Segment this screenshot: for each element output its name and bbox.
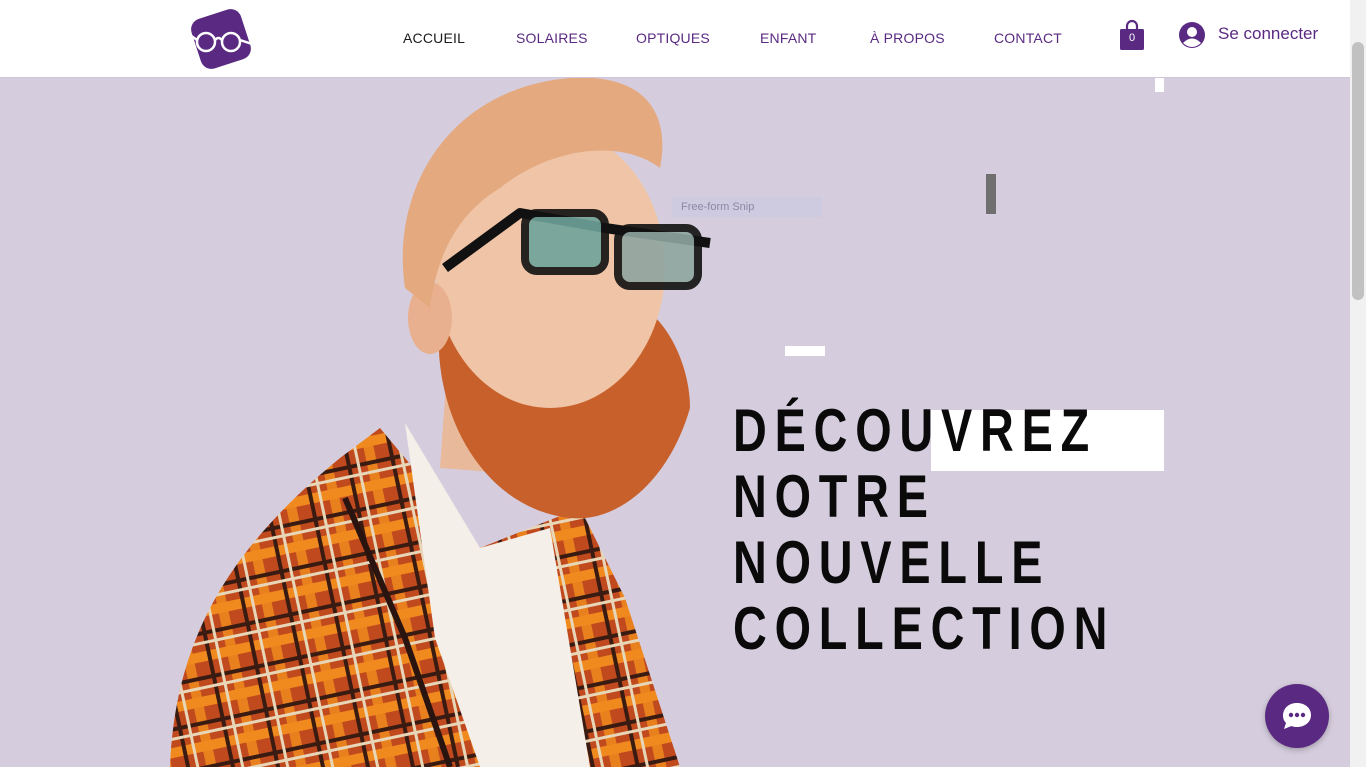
headline-line-1: DÉCOUVREZ (733, 397, 1098, 464)
nav-item-optiques[interactable]: OPTIQUES (636, 30, 710, 46)
hero-model-photo (170, 78, 711, 767)
cart-count: 0 (1128, 32, 1136, 44)
decorative-dash (785, 346, 825, 356)
hero-headline: DÉCOUVREZ NOTRE NOUVELLE COLLECTION (733, 398, 1115, 662)
nav-item-contact[interactable]: CONTACT (994, 30, 1062, 46)
snip-overlay-label: Free-form Snip (672, 197, 822, 217)
nav-item-solaires[interactable]: SOLAIRES (516, 30, 588, 46)
chat-bubble-icon (1283, 703, 1311, 729)
decorative-bar (986, 174, 996, 214)
chat-button[interactable] (1265, 684, 1329, 748)
main-navigation: ACCUEIL SOLAIRES OPTIQUES ENFANT À PROPO… (0, 0, 1350, 77)
nav-item-enfant[interactable]: ENFANT (760, 30, 816, 46)
cart-button[interactable]: 0 (1118, 19, 1146, 51)
decorative-block (1155, 78, 1164, 92)
headline-line-4: COLLECTION (733, 595, 1116, 662)
scrollbar-thumb[interactable] (1352, 42, 1364, 300)
user-avatar-icon (1179, 22, 1205, 48)
nav-item-a-propos[interactable]: À PROPOS (870, 30, 945, 46)
headline-line-2: NOTRE (733, 463, 936, 530)
site-header: ACCUEIL SOLAIRES OPTIQUES ENFANT À PROPO… (0, 0, 1350, 78)
nav-item-accueil[interactable]: ACCUEIL (403, 30, 465, 46)
headline-line-3: NOUVELLE (733, 529, 1051, 596)
login-label: Se connecter (1218, 24, 1319, 43)
